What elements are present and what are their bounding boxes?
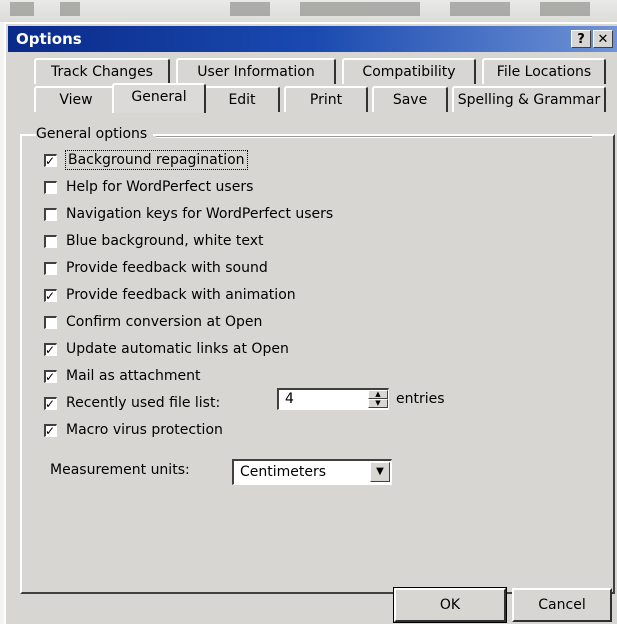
check-icon: ✓ xyxy=(45,288,56,303)
tab-compatibility[interactable]: Compatibility xyxy=(342,58,476,84)
checkbox[interactable] xyxy=(44,234,57,248)
option-navigation-keys-wordperfect[interactable]: Navigation keys for WordPerfect users xyxy=(44,205,333,223)
check-icon: ✓ xyxy=(45,396,56,411)
spinner-buttons: ▲ ▼ xyxy=(368,390,388,409)
general-options-heading: General options xyxy=(36,126,154,142)
option-help-wordperfect[interactable]: Help for WordPerfect users xyxy=(44,178,253,196)
check-icon: ✓ xyxy=(45,153,56,168)
option-label: Provide feedback with animation xyxy=(66,287,296,303)
option-label: Help for WordPerfect users xyxy=(66,179,254,195)
check-icon: ✓ xyxy=(45,369,56,384)
entries-label: entries xyxy=(396,391,445,407)
option-label: Confirm conversion at Open xyxy=(66,314,263,330)
option-label: Recently used file list: xyxy=(66,395,221,411)
tab-file-locations[interactable]: File Locations xyxy=(482,58,606,84)
option-feedback-animation[interactable]: ✓ Provide feedback with animation xyxy=(44,286,296,304)
recent-files-value: 4 xyxy=(285,391,294,407)
option-label: Navigation keys for WordPerfect users xyxy=(66,206,334,222)
tab-user-information[interactable]: User Information xyxy=(176,58,336,84)
option-label: Mail as attachment xyxy=(66,368,201,384)
option-update-links[interactable]: ✓ Update automatic links at Open xyxy=(44,340,289,358)
cancel-button[interactable]: Cancel xyxy=(512,588,612,622)
checkbox[interactable] xyxy=(44,207,57,221)
option-background-repagination[interactable]: ✓ Background repagination xyxy=(44,150,248,170)
option-label: Background repagination xyxy=(65,150,248,170)
checkbox[interactable] xyxy=(44,180,57,194)
help-button[interactable]: ? xyxy=(571,30,591,48)
option-label: Update automatic links at Open xyxy=(66,341,289,357)
checkbox[interactable]: ✓ xyxy=(44,423,57,438)
check-icon: ✓ xyxy=(45,342,56,357)
option-macro-virus-protection[interactable]: ✓ Macro virus protection xyxy=(44,421,223,439)
checkbox[interactable]: ✓ xyxy=(44,153,57,168)
tab-view[interactable]: View xyxy=(34,86,118,112)
tab-edit[interactable]: Edit xyxy=(204,86,280,112)
options-dialog: Options ? ✕ Track Changes User Informati… xyxy=(4,22,617,624)
checkbox[interactable]: ✓ xyxy=(44,288,57,303)
option-label: Macro virus protection xyxy=(66,422,223,438)
checkbox[interactable]: ✓ xyxy=(44,342,57,357)
tab-track-changes[interactable]: Track Changes xyxy=(34,58,170,84)
tab-spelling-grammar[interactable]: Spelling & Grammar xyxy=(452,86,606,112)
option-recent-files[interactable]: ✓ Recently used file list: xyxy=(44,394,220,412)
checkbox[interactable]: ✓ xyxy=(44,396,57,411)
chevron-down-icon[interactable]: ▼ xyxy=(370,462,390,482)
title-bar: Options ? ✕ xyxy=(8,26,617,52)
option-label: Provide feedback with sound xyxy=(66,260,268,276)
tab-save[interactable]: Save xyxy=(372,86,448,112)
general-tab-panel xyxy=(20,134,615,594)
option-blue-background[interactable]: Blue background, white text xyxy=(44,232,264,250)
option-confirm-conversion[interactable]: Confirm conversion at Open xyxy=(44,313,262,331)
dialog-title: Options xyxy=(16,30,82,48)
checkbox[interactable] xyxy=(44,315,57,329)
close-button[interactable]: ✕ xyxy=(593,30,613,48)
ok-button[interactable]: OK xyxy=(393,587,507,623)
measurement-units-select[interactable]: Centimeters ▼ xyxy=(232,459,392,485)
arrow-up-icon[interactable]: ▲ xyxy=(368,390,388,399)
check-icon: ✓ xyxy=(45,423,56,438)
option-feedback-sound[interactable]: Provide feedback with sound xyxy=(44,259,268,277)
arrow-down-icon[interactable]: ▼ xyxy=(368,399,388,408)
tab-general[interactable]: General xyxy=(112,83,206,113)
recent-files-spinner[interactable]: 4 ▲ ▼ xyxy=(277,388,389,410)
tab-print[interactable]: Print xyxy=(284,86,368,112)
measurement-units-label: Measurement units: xyxy=(50,462,190,478)
option-mail-attachment[interactable]: ✓ Mail as attachment xyxy=(44,367,201,385)
checkbox[interactable]: ✓ xyxy=(44,369,57,384)
option-label: Blue background, white text xyxy=(66,233,264,249)
checkbox[interactable] xyxy=(44,261,57,275)
measurement-units-value: Centimeters xyxy=(240,464,327,480)
background-toolbar-strip xyxy=(0,0,617,22)
group-divider xyxy=(156,136,592,138)
